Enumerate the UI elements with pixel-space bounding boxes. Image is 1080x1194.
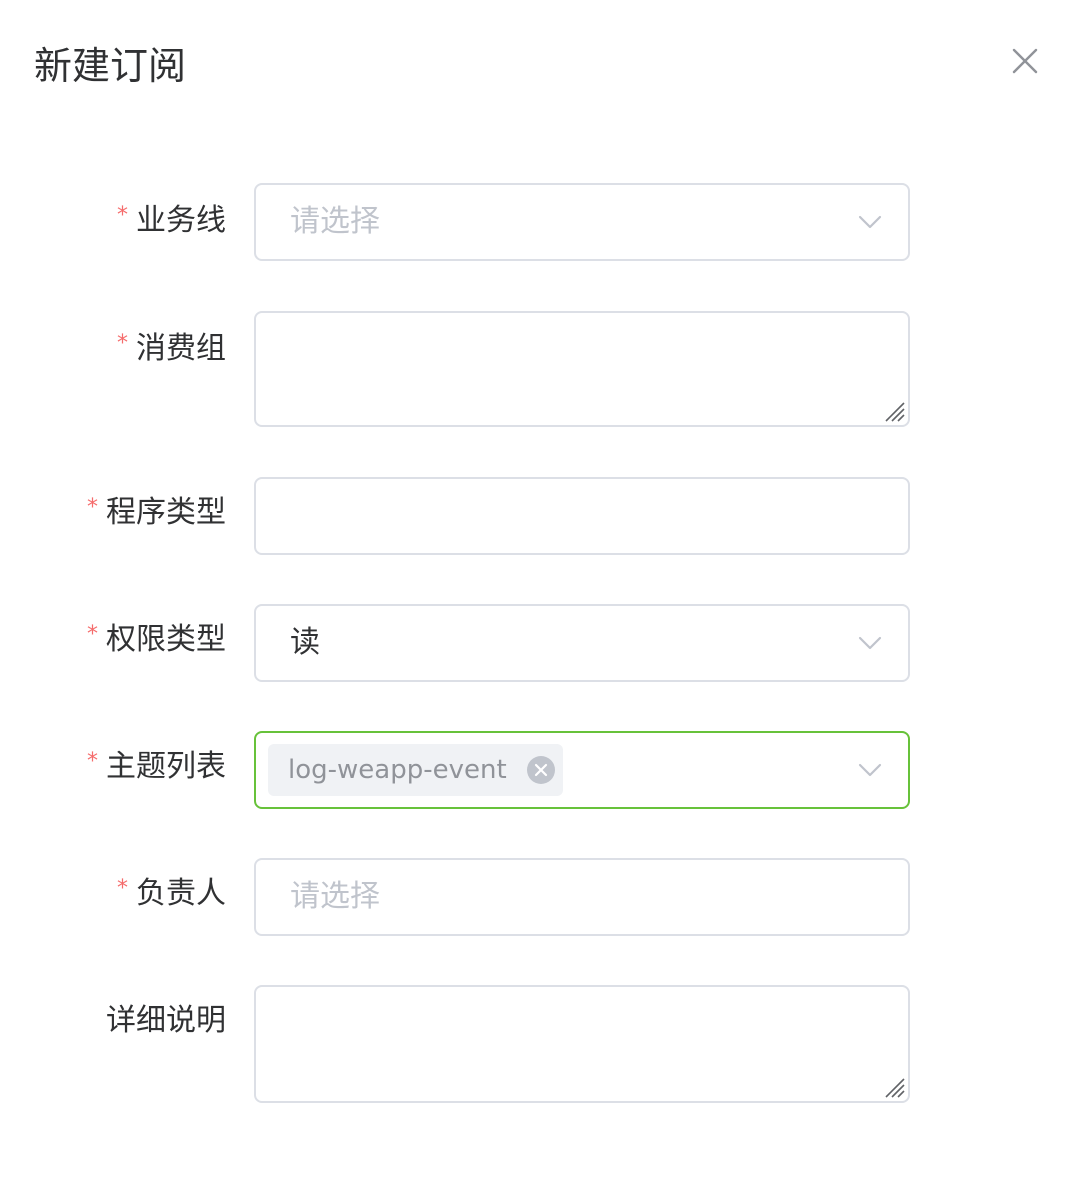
topic-list-select[interactable]: log-weapp-event xyxy=(254,731,910,809)
description-label: 详细说明 xyxy=(106,1003,226,1038)
dialog-title: 新建订阅 xyxy=(34,44,187,88)
permission-type-select[interactable]: 读 xyxy=(254,604,910,682)
topic-list-label: * 主题列表 xyxy=(87,749,226,784)
business-line-placeholder: 请选择 xyxy=(290,204,380,239)
program-type-input[interactable] xyxy=(254,477,910,555)
business-line-select[interactable]: 请选择 xyxy=(254,183,910,261)
owner-placeholder: 请选择 xyxy=(290,879,380,914)
topic-tag: log-weapp-event xyxy=(268,744,563,796)
required-star: * xyxy=(117,203,128,228)
chevron-down-icon xyxy=(856,629,884,657)
permission-type-value: 读 xyxy=(290,625,320,660)
chevron-down-icon xyxy=(856,208,884,236)
tag-close-icon[interactable] xyxy=(526,756,555,784)
owner-label: * 负责人 xyxy=(117,876,226,911)
consumer-group-textarea[interactable] xyxy=(254,311,910,427)
close-icon xyxy=(1012,48,1038,74)
required-star: * xyxy=(87,749,98,774)
resize-handle-icon[interactable] xyxy=(882,1075,906,1099)
description-textarea[interactable] xyxy=(254,985,910,1103)
permission-type-label: * 权限类型 xyxy=(87,622,226,657)
owner-select[interactable]: 请选择 xyxy=(254,858,910,936)
consumer-group-label: * 消费组 xyxy=(117,331,226,366)
resize-handle-icon[interactable] xyxy=(882,399,906,423)
required-star: * xyxy=(117,876,128,901)
required-star: * xyxy=(87,495,98,520)
chevron-down-icon xyxy=(856,756,884,784)
new-subscription-dialog: 新建订阅 * 业务线 请选择 * 消费组 * 程序类型 * 权限类型 读 * 主… xyxy=(0,0,1080,1194)
business-line-label: * 业务线 xyxy=(117,203,226,238)
topic-tag-label: log-weapp-event xyxy=(288,755,507,785)
required-star: * xyxy=(117,331,128,356)
required-star: * xyxy=(87,622,98,647)
program-type-label: * 程序类型 xyxy=(87,495,226,530)
close-button[interactable] xyxy=(1006,42,1044,80)
